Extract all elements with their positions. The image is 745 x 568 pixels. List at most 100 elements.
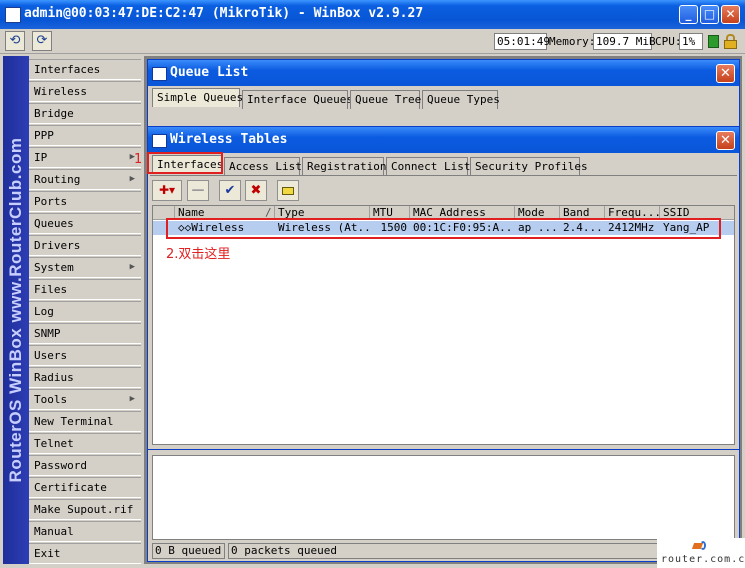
tab-registration[interactable]: Registration	[302, 157, 386, 176]
submenu-arrow-icon: ▶	[129, 394, 135, 404]
menu-item-label: Ports	[34, 195, 68, 208]
menu-item-files[interactable]: Files	[29, 279, 141, 300]
menu-item-label: Telnet	[34, 437, 74, 450]
undo-button[interactable]: ⟲	[5, 31, 25, 51]
menu-item-interfaces[interactable]: Interfaces	[29, 59, 141, 80]
add-button[interactable]: ✚▾	[152, 180, 182, 201]
maximize-button[interactable]: □	[700, 5, 719, 24]
close-button[interactable]: ✕	[721, 5, 740, 24]
wireless-tables-close-button[interactable]: ✕	[716, 131, 735, 150]
menu-item-users[interactable]: Users	[29, 345, 141, 366]
menu-item-ppp[interactable]: PPP	[29, 125, 141, 146]
menu-item-tools[interactable]: Tools ▶	[29, 389, 141, 410]
menu-item-exit[interactable]: Exit	[29, 543, 141, 564]
menu-item-label: Files	[34, 283, 68, 296]
tab-divider	[150, 175, 737, 176]
wireless-tables-title-bar: Wireless Tables ✕	[148, 127, 739, 153]
menu-item-label: Exit	[34, 547, 61, 560]
wireless-tables-title: Wireless Tables	[170, 132, 288, 147]
brand-text: RouterOS WinBox www.RouterClub.com	[6, 137, 25, 483]
menu-item-label: New Terminal	[34, 415, 114, 428]
tab-security-profiles[interactable]: Security Profiles	[470, 157, 588, 176]
lock-icon	[724, 34, 737, 49]
app-title-bar: admin@00:03:47:DE:C2:47 (MikroTik) - Win…	[0, 0, 745, 29]
workspace: Queue List ✕ Simple Queues Interface Que…	[144, 56, 742, 564]
menu-item-label: Wireless	[34, 85, 87, 98]
menu-item-label: Drivers	[34, 239, 81, 252]
remove-button[interactable]: —	[187, 180, 209, 201]
status-indicator	[708, 35, 719, 48]
queue-list-title: Queue List	[170, 65, 249, 80]
menu-item-label: Password	[34, 459, 87, 472]
menu-item-label: Manual	[34, 525, 74, 538]
menu-item-label: PPP	[34, 129, 54, 142]
app-title: admin@00:03:47:DE:C2:47 (MikroTik) - Win…	[24, 6, 424, 21]
menu-item-telnet[interactable]: Telnet	[29, 433, 141, 454]
queue-list-table	[152, 455, 735, 540]
tab-interface-queues[interactable]: Interface Queues	[242, 90, 353, 109]
interfaces-table: Name / Type MTU MAC Address Mode Band Fr…	[152, 205, 735, 445]
menu-item-make-supout-rif[interactable]: Make Supout.rif	[29, 499, 141, 520]
annotation-step2: 2.双击这里	[166, 247, 231, 262]
enable-button[interactable]: ✔	[219, 180, 241, 201]
disable-button[interactable]: ✖	[245, 180, 267, 201]
menu-item-ports[interactable]: Ports	[29, 191, 141, 212]
menu-item-label: Make Supout.rif	[34, 503, 134, 516]
tab-simple-queues[interactable]: Simple Queues	[152, 88, 243, 107]
menu-item-radius[interactable]: Radius	[29, 367, 141, 388]
brand-strip: RouterOS WinBox www.RouterClub.com	[3, 56, 29, 564]
annotation-box-wireless-row	[166, 218, 721, 239]
interfaces-toolbar: ✚▾ — ✔ ✖	[152, 180, 312, 201]
comment-icon	[282, 187, 294, 195]
menu-item-routing[interactable]: Routing ▶	[29, 169, 141, 190]
tab-queue-types[interactable]: Queue Types	[422, 90, 500, 109]
menu-item-label: Interfaces	[34, 63, 101, 76]
redo-icon: ⟳	[36, 33, 48, 48]
window-icon	[152, 134, 167, 148]
menu-item-queues[interactable]: Queues	[29, 213, 141, 234]
menu-item-label: Bridge	[34, 107, 74, 120]
window-icon	[152, 67, 167, 81]
menu-item-label: Users	[34, 349, 68, 362]
queued-bytes-status: 0 B queued	[152, 543, 225, 559]
undo-icon: ⟲	[9, 33, 21, 48]
menu-item-wireless[interactable]: Wireless	[29, 81, 141, 102]
watermark-logo-icon	[691, 540, 709, 552]
memory-value: 109.7 MiB	[593, 33, 656, 50]
tab-connect-list[interactable]: Connect List	[386, 157, 470, 176]
menu-item-new-terminal[interactable]: New Terminal	[29, 411, 141, 432]
queue-list-close-button[interactable]: ✕	[716, 64, 735, 83]
menu-item-label: Radius	[34, 371, 74, 384]
cpu-value: 1%	[679, 33, 703, 50]
menu-item-label: Queues	[34, 217, 74, 230]
menu-item-label: Log	[34, 305, 54, 318]
menu-item-label: Tools	[34, 393, 68, 406]
menu-item-label: SNMP	[34, 327, 61, 340]
queue-list-title-bar: Queue List ✕	[148, 60, 739, 86]
menu-item-label: Certificate	[34, 481, 107, 494]
annotation-step1: 1	[134, 152, 143, 167]
minimize-button[interactable]: _	[679, 5, 698, 24]
submenu-arrow-icon: ▶	[129, 262, 135, 272]
menu-item-ip[interactable]: IP ▶	[29, 147, 141, 168]
winbox-app-icon	[5, 7, 21, 23]
redo-button[interactable]: ⟳	[32, 31, 52, 51]
tab-queue-tree[interactable]: Queue Tree	[350, 90, 421, 109]
main-toolbar: ⟲ ⟳ 05:01:49 Memory: 109.7 MiB CPU: 1%	[0, 29, 745, 54]
watermark-text: router.com.cn	[661, 554, 745, 565]
comment-button[interactable]	[277, 180, 299, 201]
menu-item-password[interactable]: Password	[29, 455, 141, 476]
menu-item-system[interactable]: System ▶	[29, 257, 141, 278]
wireless-tables-window: Wireless Tables ✕ Interfaces Access List…	[147, 126, 740, 450]
menu-item-certificate[interactable]: Certificate	[29, 477, 141, 498]
menu-item-label: Routing	[34, 173, 81, 186]
menu-item-manual[interactable]: Manual	[29, 521, 141, 542]
menu-item-snmp[interactable]: SNMP	[29, 323, 141, 344]
main-menu: Interfaces Wireless Bridge PPP IP ▶ Routing ▶ Po…	[29, 56, 143, 564]
memory-label: Memory:	[549, 35, 596, 48]
menu-item-log[interactable]: Log	[29, 301, 141, 322]
menu-item-bridge[interactable]: Bridge	[29, 103, 141, 124]
tab-access-list[interactable]: Access List	[224, 157, 302, 176]
clock-display: 05:01:49	[494, 33, 550, 50]
menu-item-drivers[interactable]: Drivers	[29, 235, 141, 256]
